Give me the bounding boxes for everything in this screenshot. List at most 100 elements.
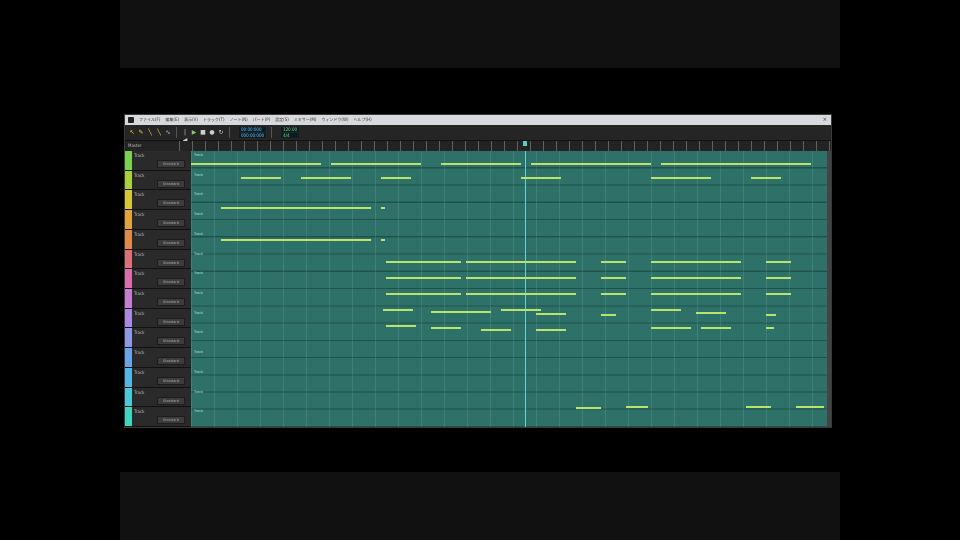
- track-singer-button[interactable]: Standard: [157, 298, 185, 306]
- note[interactable]: [381, 207, 385, 209]
- note[interactable]: [626, 406, 648, 408]
- note[interactable]: [536, 313, 566, 315]
- note[interactable]: [531, 163, 651, 165]
- note[interactable]: [766, 327, 774, 329]
- note[interactable]: [751, 177, 781, 179]
- track-singer-button[interactable]: Standard: [157, 396, 185, 405]
- playhead-line[interactable]: [525, 151, 526, 427]
- close-icon[interactable]: ×: [823, 117, 827, 123]
- track-singer-button[interactable]: Standard: [157, 238, 185, 247]
- eraser-tool-icon[interactable]: ╲: [156, 129, 162, 137]
- track-row[interactable]: Track Standard: [125, 269, 191, 289]
- track-row[interactable]: Track Standard: [125, 170, 191, 191]
- note[interactable]: [501, 309, 541, 311]
- note[interactable]: [381, 239, 385, 241]
- note[interactable]: [466, 293, 576, 295]
- menu-file[interactable]: ファイル(F): [139, 117, 160, 123]
- track-singer-button[interactable]: Standard: [157, 317, 185, 326]
- track-singer-button[interactable]: Standard: [157, 160, 185, 168]
- menu-help[interactable]: ヘルプ(H): [354, 117, 372, 123]
- note[interactable]: [431, 327, 461, 329]
- note[interactable]: [441, 163, 521, 165]
- note[interactable]: [701, 327, 731, 329]
- menu-track[interactable]: トラック(T): [203, 117, 225, 123]
- note[interactable]: [651, 277, 741, 279]
- note[interactable]: [386, 325, 416, 327]
- menu-note[interactable]: ノート(N): [230, 117, 248, 123]
- menu-view[interactable]: 表示(V): [184, 117, 198, 123]
- note[interactable]: [576, 407, 601, 409]
- track-singer-button[interactable]: Standard: [157, 219, 185, 228]
- track-row[interactable]: Track Standard: [125, 348, 191, 368]
- note[interactable]: [386, 261, 461, 263]
- note[interactable]: [536, 329, 566, 331]
- note[interactable]: [481, 329, 511, 331]
- menu-mixer[interactable]: ミキサー(M): [294, 117, 317, 123]
- track-row[interactable]: Track Standard: [125, 328, 191, 349]
- tempo-readout[interactable]: 120.00: [281, 127, 300, 132]
- note[interactable]: [241, 177, 281, 179]
- note[interactable]: [383, 309, 413, 311]
- note[interactable]: [651, 293, 741, 295]
- note[interactable]: [386, 277, 461, 279]
- note[interactable]: [221, 239, 371, 241]
- menu-settings[interactable]: 設定(S): [275, 117, 289, 123]
- note[interactable]: [191, 163, 321, 165]
- menu-edit[interactable]: 編集(E): [165, 117, 179, 123]
- piano-roll[interactable]: Track Track Track Track Track Track Track Track…: [191, 151, 827, 427]
- note[interactable]: [386, 293, 461, 295]
- track-singer-button[interactable]: Standard: [157, 337, 185, 346]
- track-row[interactable]: Track Standard: [125, 367, 191, 388]
- arrow-tool-icon[interactable]: ↖: [129, 129, 135, 137]
- note[interactable]: [601, 277, 626, 279]
- note[interactable]: [661, 163, 811, 165]
- record-icon[interactable]: ●: [209, 129, 215, 137]
- track-row[interactable]: Track Standard: [125, 190, 191, 211]
- pencil-tool-icon[interactable]: ✎: [138, 129, 144, 137]
- track-singer-button[interactable]: Standard: [157, 416, 185, 425]
- note[interactable]: [696, 312, 726, 314]
- track-row[interactable]: Track Standard: [125, 229, 191, 250]
- loop-icon[interactable]: ↻: [218, 129, 224, 137]
- playhead-marker[interactable]: [523, 141, 527, 146]
- note[interactable]: [466, 277, 576, 279]
- track-singer-button[interactable]: Standard: [157, 376, 185, 385]
- track-singer-button[interactable]: Standard: [157, 258, 185, 267]
- note[interactable]: [381, 177, 411, 179]
- vertical-scrollbar[interactable]: [827, 151, 831, 427]
- note[interactable]: [651, 177, 711, 179]
- note[interactable]: [651, 261, 741, 263]
- note[interactable]: [766, 277, 791, 279]
- track-row[interactable]: Track Standard: [125, 249, 191, 270]
- note[interactable]: [766, 314, 776, 316]
- note[interactable]: [301, 177, 351, 179]
- note[interactable]: [651, 327, 691, 329]
- line-tool-icon[interactable]: ╲: [147, 129, 153, 137]
- track-row[interactable]: Track Standard: [125, 387, 191, 408]
- note[interactable]: [651, 309, 681, 311]
- note[interactable]: [431, 311, 491, 313]
- track-row[interactable]: Track Standard: [125, 308, 191, 329]
- vibrato-tool-icon[interactable]: ∿: [165, 129, 171, 137]
- track-singer-button[interactable]: Standard: [157, 278, 185, 287]
- track-singer-button[interactable]: Standard: [157, 199, 185, 208]
- rewind-icon[interactable]: |◀: [182, 129, 188, 144]
- note[interactable]: [796, 406, 824, 408]
- play-icon[interactable]: ▶: [191, 129, 197, 137]
- beat-readout[interactable]: 4/4: [281, 133, 300, 138]
- note[interactable]: [466, 261, 576, 263]
- track-row[interactable]: Track Standard: [125, 151, 191, 171]
- track-row[interactable]: Track Standard: [125, 210, 191, 230]
- note[interactable]: [601, 261, 626, 263]
- stop-icon[interactable]: ■: [200, 129, 206, 137]
- track-singer-button[interactable]: Standard: [157, 357, 185, 366]
- track-singer-button[interactable]: Standard: [157, 179, 185, 188]
- note[interactable]: [601, 314, 616, 316]
- note[interactable]: [331, 163, 421, 165]
- note[interactable]: [221, 207, 371, 209]
- note[interactable]: [746, 406, 771, 408]
- menu-window[interactable]: ウィンドウ(W): [321, 117, 348, 123]
- track-row[interactable]: Track Standard: [125, 289, 191, 309]
- note[interactable]: [766, 293, 791, 295]
- note[interactable]: [521, 177, 561, 179]
